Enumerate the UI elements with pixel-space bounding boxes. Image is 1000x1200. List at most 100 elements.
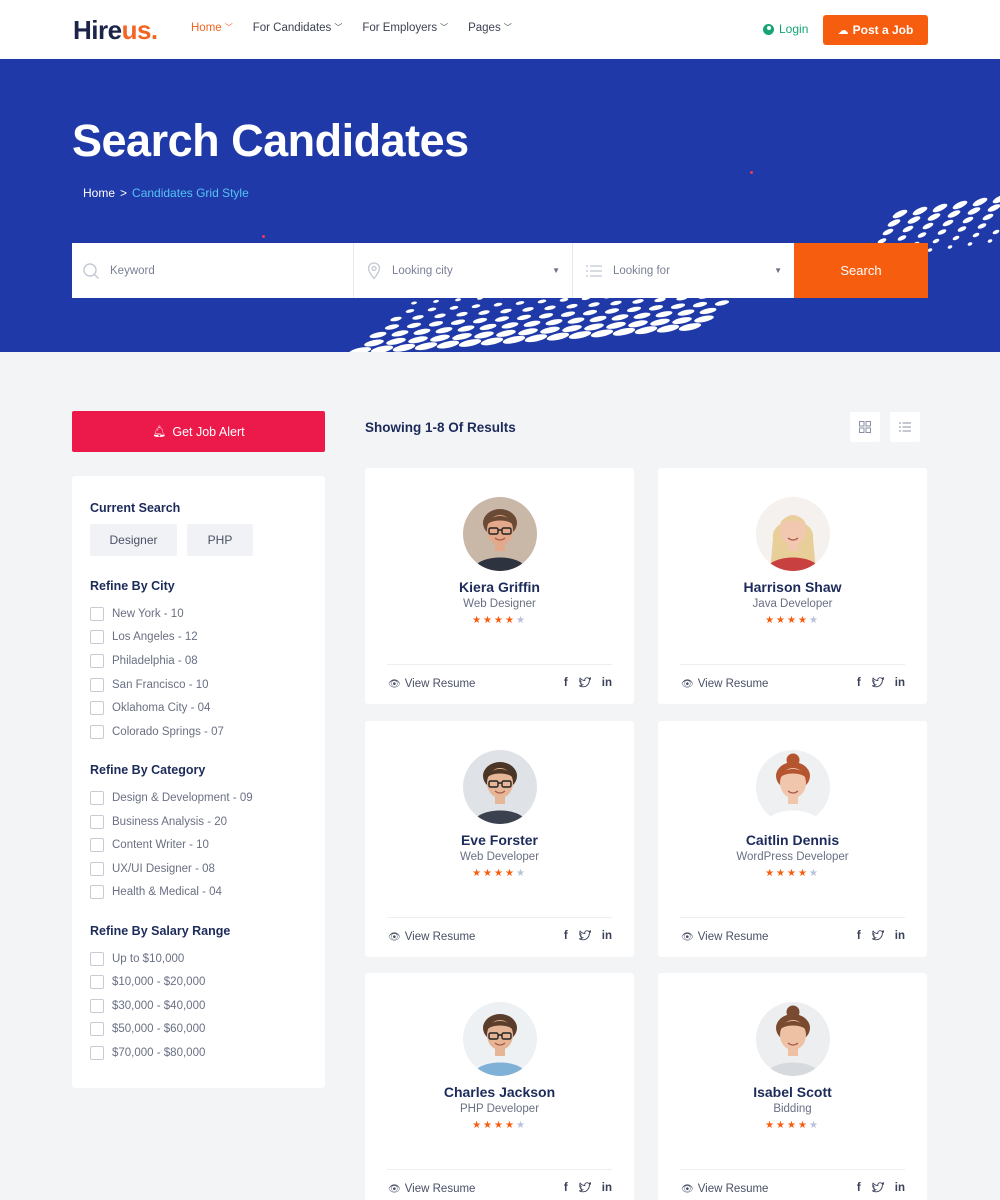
- logo[interactable]: Hireus.: [73, 15, 158, 46]
- checkbox[interactable]: [90, 1046, 104, 1060]
- facebook-icon[interactable]: f: [564, 930, 568, 944]
- category-filter-option[interactable]: Health & Medical - 04: [90, 885, 222, 899]
- avatar[interactable]: [463, 1002, 537, 1076]
- view-resume-link[interactable]: 👁︎ View Resume: [388, 1183, 475, 1195]
- checkbox[interactable]: [90, 791, 104, 805]
- candidate-card[interactable]: Eve Forster Web Developer ★★★★★ 👁︎ View R…: [365, 721, 634, 957]
- candidate-name[interactable]: Caitlin Dennis: [658, 832, 927, 848]
- checkbox[interactable]: [90, 862, 104, 876]
- category-filter-option[interactable]: Content Writer - 10: [90, 838, 209, 852]
- avatar[interactable]: [463, 497, 537, 571]
- city-select[interactable]: Looking city ▼: [354, 243, 573, 298]
- star-filled-icon: ★: [504, 868, 516, 879]
- salary-filter-option[interactable]: $30,000 - $40,000: [90, 999, 205, 1013]
- candidate-name[interactable]: Charles Jackson: [365, 1084, 634, 1100]
- grid-view-button[interactable]: [850, 412, 880, 442]
- checkbox[interactable]: [90, 725, 104, 739]
- view-resume-link[interactable]: 👁︎ View Resume: [681, 1183, 768, 1195]
- avatar[interactable]: [756, 750, 830, 824]
- candidate-card[interactable]: Charles Jackson PHP Developer ★★★★★ 👁︎ Vi…: [365, 973, 634, 1200]
- linkedin-icon[interactable]: in: [895, 1182, 905, 1196]
- category-filter-option[interactable]: Business Analysis - 20: [90, 815, 227, 829]
- search-icon: [83, 262, 99, 279]
- checkbox[interactable]: [90, 701, 104, 715]
- checkbox[interactable]: [90, 1022, 104, 1036]
- search-tag[interactable]: PHP: [187, 524, 253, 556]
- avatar[interactable]: [756, 497, 830, 571]
- login-link[interactable]: Login: [763, 22, 808, 36]
- salary-filter-option[interactable]: Up to $10,000: [90, 952, 184, 966]
- view-resume-link[interactable]: 👁︎ View Resume: [388, 678, 475, 690]
- keyword-field[interactable]: Keyword: [72, 243, 354, 298]
- facebook-icon[interactable]: f: [857, 930, 861, 944]
- checkbox[interactable]: [90, 607, 104, 621]
- list-icon: [586, 264, 602, 277]
- twitter-icon[interactable]: [577, 1181, 591, 1196]
- option-label: $30,000 - $40,000: [112, 1000, 206, 1012]
- twitter-icon[interactable]: [870, 929, 884, 944]
- facebook-icon[interactable]: f: [564, 677, 568, 691]
- view-resume-link[interactable]: 👁︎ View Resume: [681, 931, 768, 943]
- checkbox[interactable]: [90, 654, 104, 668]
- linkedin-icon[interactable]: in: [602, 677, 612, 691]
- checkbox[interactable]: [90, 815, 104, 829]
- breadcrumb-home[interactable]: Home: [83, 186, 115, 200]
- nav-item-home[interactable]: Home ﹀: [191, 22, 233, 34]
- linkedin-icon[interactable]: in: [602, 1182, 612, 1196]
- category-select[interactable]: Looking for ▼: [573, 243, 794, 298]
- twitter-icon[interactable]: [870, 1181, 884, 1196]
- city-filter-option[interactable]: Oklahoma City - 04: [90, 701, 210, 715]
- linkedin-icon[interactable]: in: [895, 677, 905, 691]
- checkbox[interactable]: [90, 630, 104, 644]
- candidate-name[interactable]: Harrison Shaw: [658, 579, 927, 595]
- checkbox[interactable]: [90, 678, 104, 692]
- candidate-card[interactable]: Harrison Shaw Java Developer ★★★★★ 👁︎ Vie…: [658, 468, 927, 704]
- facebook-icon[interactable]: f: [564, 1182, 568, 1196]
- breadcrumb-current: Candidates Grid Style: [132, 186, 249, 200]
- city-filter-option[interactable]: Los Angeles - 12: [90, 630, 198, 644]
- eye-icon: 👁︎: [388, 678, 401, 690]
- facebook-icon[interactable]: f: [857, 1182, 861, 1196]
- candidate-card[interactable]: Isabel Scott Bidding ★★★★★ 👁︎ View Resume…: [658, 973, 927, 1200]
- twitter-icon[interactable]: [870, 676, 884, 691]
- nav-item-for-candidates[interactable]: For Candidates ﹀: [253, 22, 343, 34]
- view-resume-label: View Resume: [697, 931, 769, 943]
- candidate-card[interactable]: Caitlin Dennis WordPress Developer ★★★★★…: [658, 721, 927, 957]
- salary-filter-option[interactable]: $10,000 - $20,000: [90, 975, 205, 989]
- avatar[interactable]: [463, 750, 537, 824]
- checkbox[interactable]: [90, 952, 104, 966]
- linkedin-icon[interactable]: in: [895, 930, 905, 944]
- checkbox[interactable]: [90, 838, 104, 852]
- facebook-icon[interactable]: f: [857, 677, 861, 691]
- city-filter-option[interactable]: New York - 10: [90, 607, 184, 621]
- city-filter-option[interactable]: San Francisco - 10: [90, 678, 209, 692]
- linkedin-icon[interactable]: in: [602, 930, 612, 944]
- category-filter-option[interactable]: UX/UI Designer - 08: [90, 862, 215, 876]
- checkbox[interactable]: [90, 975, 104, 989]
- twitter-icon[interactable]: [577, 676, 591, 691]
- social-links: f in: [564, 676, 612, 691]
- nav-item-for-employers[interactable]: For Employers ﹀: [362, 22, 448, 34]
- checkbox[interactable]: [90, 999, 104, 1013]
- list-view-button[interactable]: [890, 412, 920, 442]
- view-resume-link[interactable]: 👁︎ View Resume: [681, 678, 768, 690]
- post-a-job-button[interactable]: ☁ Post a Job: [823, 15, 928, 45]
- avatar[interactable]: [756, 1002, 830, 1076]
- candidate-name[interactable]: Kiera Griffin: [365, 579, 634, 595]
- category-filter-option[interactable]: Design & Development - 09: [90, 791, 253, 805]
- salary-filter-option[interactable]: $70,000 - $80,000: [90, 1046, 205, 1060]
- twitter-icon[interactable]: [577, 929, 591, 944]
- search-tag[interactable]: Designer: [90, 524, 177, 556]
- nav-item-pages[interactable]: Pages ﹀: [468, 22, 512, 34]
- candidate-name[interactable]: Eve Forster: [365, 832, 634, 848]
- view-resume-link[interactable]: 👁︎ View Resume: [388, 931, 475, 943]
- candidate-card[interactable]: Kiera Griffin Web Designer ★★★★★ 👁︎ View …: [365, 468, 634, 704]
- search-button[interactable]: Search: [794, 243, 928, 298]
- logo-accent-text: us.: [121, 15, 159, 45]
- candidate-name[interactable]: Isabel Scott: [658, 1084, 927, 1100]
- salary-filter-option[interactable]: $50,000 - $60,000: [90, 1022, 205, 1036]
- city-filter-option[interactable]: Colorado Springs - 07: [90, 725, 224, 739]
- city-filter-option[interactable]: Philadelphia - 08: [90, 654, 198, 668]
- checkbox[interactable]: [90, 885, 104, 899]
- get-job-alert-button[interactable]: 🔔︎ Get Job Alert: [72, 411, 325, 452]
